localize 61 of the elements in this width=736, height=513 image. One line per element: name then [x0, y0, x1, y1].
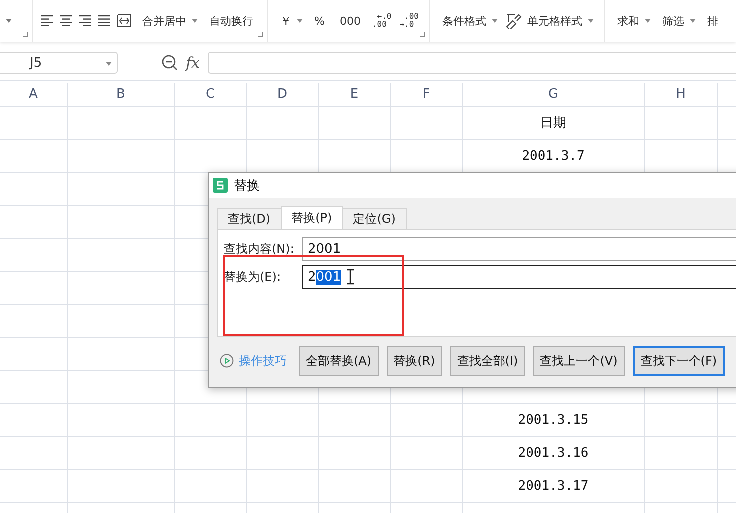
expand-corner-icon[interactable] — [258, 32, 264, 38]
justify-icon[interactable] — [98, 15, 111, 27]
column-header[interactable]: B — [68, 83, 175, 106]
caret-icon — [588, 19, 594, 23]
column-header[interactable]: E — [319, 83, 391, 106]
dialog-button[interactable]: 查找下一个(F) — [632, 346, 726, 376]
caret-icon — [192, 19, 198, 23]
field-label: 查找内容(N): — [224, 240, 296, 258]
dialog-button[interactable]: 查找全部(I) — [450, 346, 526, 376]
dialog-title: 替换 — [234, 178, 260, 194]
play-icon — [220, 354, 234, 368]
cell-name-box[interactable]: J5 — [0, 52, 118, 74]
caret-icon — [297, 19, 303, 23]
dialog-tab[interactable]: 替换(P) — [280, 206, 344, 229]
cell-text: 2001.3.15 — [518, 412, 589, 428]
caret-icon[interactable] — [6, 19, 12, 23]
toolbar-button[interactable]: 自动换行 — [205, 14, 258, 28]
align-center-icon[interactable] — [60, 15, 73, 27]
cell-text: 日期 — [540, 115, 566, 132]
caret-icon — [492, 19, 498, 23]
toolbar-button[interactable]: 排 — [702, 14, 723, 28]
expand-corner-icon[interactable] — [23, 32, 29, 38]
column-header[interactable]: F — [391, 83, 463, 106]
toolbar-button[interactable]: 合并居中 — [138, 14, 199, 28]
zoom-icon[interactable] — [162, 55, 178, 71]
text-field[interactable]: 2001 — [302, 265, 736, 289]
cell-text: 2001.3.17 — [518, 478, 589, 494]
cell-text: 2001.3.7 — [522, 148, 585, 164]
dialog-tab[interactable]: 查找(D) — [217, 208, 282, 229]
caret-icon — [644, 19, 651, 23]
toolbar-button[interactable]: ←.0 .00 — [371, 13, 393, 29]
column-header[interactable]: G — [463, 83, 645, 106]
field-label: 替换为(E): — [224, 268, 282, 286]
column-header[interactable]: A — [0, 83, 68, 106]
dialog-button[interactable]: 替换(R) — [386, 346, 442, 376]
toolbar-button[interactable]: 单元格样式 — [504, 13, 595, 29]
toolbar-button[interactable]: 筛选 — [658, 14, 697, 28]
app-icon — [213, 178, 228, 193]
cell-text: 2001.3.16 — [518, 446, 589, 460]
text-field[interactable]: 2001 — [302, 237, 736, 261]
distribute-icon[interactable] — [117, 14, 132, 28]
toolbar-button[interactable]: ￥ — [276, 14, 304, 28]
brush-icon — [506, 13, 522, 29]
align-left-icon[interactable] — [41, 15, 54, 27]
toolbar-button[interactable]: 000 — [335, 14, 366, 28]
toolbar-button[interactable]: .00 →.0 — [398, 13, 420, 29]
toolbar-button[interactable]: % — [310, 14, 330, 28]
expand-corner-icon[interactable] — [420, 32, 426, 38]
dialog-tab[interactable]: 定位(G) — [342, 208, 407, 229]
dialog-button[interactable]: 查找上一个(V) — [533, 346, 625, 376]
column-header[interactable]: H — [645, 83, 718, 106]
function-label[interactable]: fx — [186, 54, 200, 72]
formula-input[interactable] — [208, 52, 736, 74]
column-header[interactable]: C — [175, 83, 247, 106]
column-header[interactable]: D — [247, 83, 319, 106]
text-cursor-icon — [347, 269, 354, 285]
align-right-icon[interactable] — [79, 15, 92, 27]
caret-icon — [690, 19, 696, 23]
dialog-button[interactable]: 全部替换(A) — [299, 346, 379, 376]
toolbar-button[interactable]: 求和 — [612, 14, 652, 28]
toolbar-button[interactable]: 条件格式 — [438, 14, 499, 28]
